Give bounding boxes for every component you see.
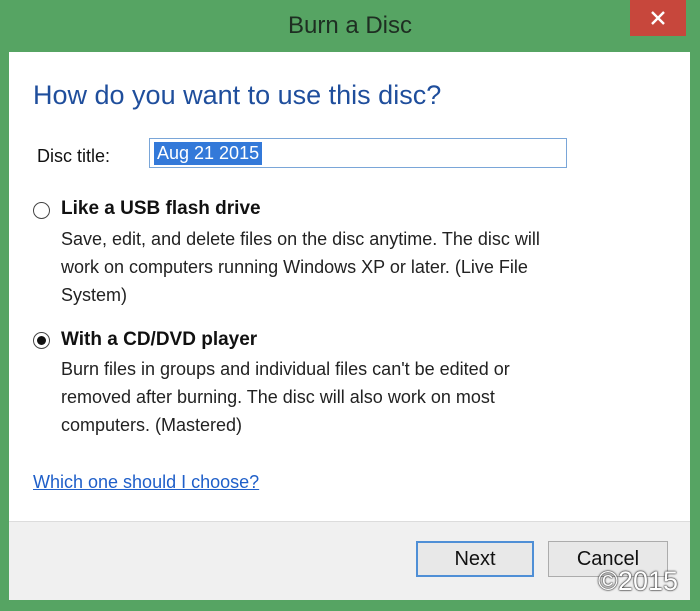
description-line: work on computers running Windows XP or … (61, 257, 528, 277)
close-icon (651, 11, 665, 25)
usb-flash-drive-radio[interactable] (33, 202, 50, 219)
title-bar[interactable]: Burn a Disc (0, 0, 700, 50)
radio-selected-dot (37, 336, 46, 345)
description-line: Save, edit, and delete files on the disc… (61, 229, 540, 249)
disc-title-value: Aug 21 2015 (154, 142, 263, 165)
disc-title-input[interactable]: Aug 21 2015 (149, 138, 567, 168)
cd-dvd-player-radio[interactable] (33, 332, 50, 349)
burn-disc-dialog: Burn a Disc How do you want to use this … (0, 0, 700, 611)
description-line: removed after burning. The disc will als… (61, 387, 495, 407)
window-title: Burn a Disc (287, 12, 413, 39)
dialog-content: How do you want to use this disc? Disc t… (9, 52, 690, 599)
dialog-heading: How do you want to use this disc? (33, 80, 442, 110)
copyright-watermark: ©2015 (598, 566, 678, 596)
usb-flash-drive-option-title[interactable]: Like a USB flash drive (61, 198, 261, 220)
close-button[interactable] (630, 0, 686, 36)
disc-title-label: Disc title: (37, 146, 111, 166)
cd-dvd-player-option-title[interactable]: With a CD/DVD player (61, 329, 257, 351)
next-button[interactable]: Next (416, 541, 534, 577)
usb-flash-drive-description: Save, edit, and delete files on the disc… (61, 225, 661, 309)
description-line: computers. (Mastered) (61, 415, 243, 435)
help-link[interactable]: Which one should I choose? (33, 472, 259, 493)
description-line: System) (61, 285, 128, 305)
cd-dvd-player-description: Burn files in groups and individual file… (61, 355, 661, 439)
description-line: Burn files in groups and individual file… (61, 359, 510, 379)
